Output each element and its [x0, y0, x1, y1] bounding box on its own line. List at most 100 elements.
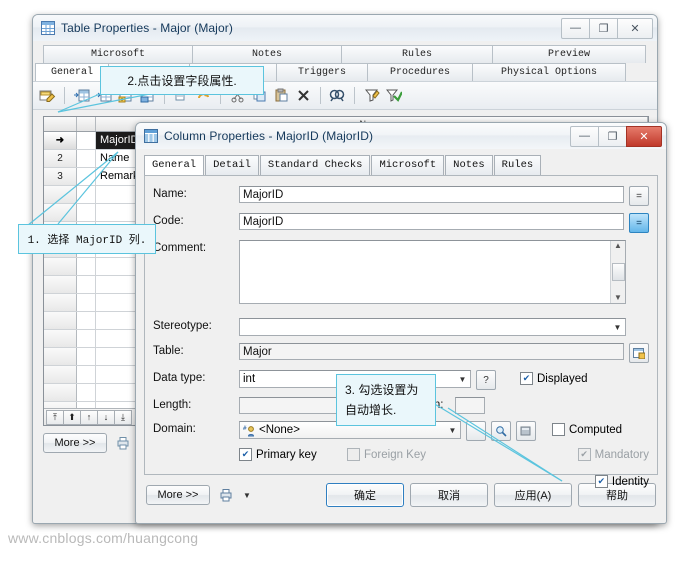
print-icon[interactable]	[113, 434, 132, 453]
minimize-button[interactable]: —	[561, 17, 590, 39]
name-label: Name:	[153, 188, 187, 200]
paste-icon[interactable]	[272, 86, 291, 105]
tab-physical-options[interactable]: Physical Options	[472, 63, 626, 81]
table-field-row: Table: Major	[153, 343, 649, 363]
name-equals-button[interactable]: =	[629, 186, 649, 206]
precision-input[interactable]	[455, 397, 485, 414]
row-index	[44, 276, 77, 293]
domain-find-button[interactable]	[491, 421, 511, 441]
move-bottom-button[interactable]: ⤓	[114, 409, 132, 425]
close-button[interactable]: ✕	[626, 125, 662, 147]
code-equals-button[interactable]: =	[629, 213, 649, 233]
identity-checkbox[interactable]: ✔ Identity	[594, 475, 649, 488]
row-marker	[77, 312, 96, 329]
column-properties-dialog[interactable]: Column Properties - MajorID (MajorID) — …	[135, 122, 667, 524]
primary-key-checkbox[interactable]: ✔ Primary key	[239, 448, 347, 461]
table-tabs-top[interactable]: Microsoft Notes Rules Preview	[33, 45, 657, 63]
delete-icon[interactable]	[294, 86, 313, 105]
identity-label: Identity	[611, 475, 649, 488]
more-button[interactable]: More >>	[43, 433, 107, 453]
watermark: www.cnblogs.com/huangcong	[8, 530, 199, 546]
chevron-down-icon[interactable]: ▼	[610, 319, 625, 335]
annotation-step-3-line2: 自动增长.	[345, 403, 397, 417]
tab-microsoft[interactable]: Microsoft	[43, 45, 193, 63]
row-index: ➜	[44, 132, 77, 149]
domain-label: Domain:	[153, 423, 196, 435]
insert-row-icon[interactable]	[72, 86, 91, 105]
tab-preview[interactable]: Preview	[492, 45, 646, 63]
table-window-titlebar[interactable]: Table Properties - Major (Major) — ❐ ✕	[33, 15, 657, 41]
displayed-checkbox[interactable]: ✔ Displayed	[520, 370, 588, 385]
column-icon	[144, 129, 158, 143]
chevron-down-icon[interactable]: ▼	[455, 371, 470, 387]
tab-microsoft[interactable]: Microsoft	[371, 155, 445, 175]
domain-properties-button[interactable]	[516, 421, 536, 441]
table-browse-button[interactable]	[629, 343, 649, 363]
tab-notes[interactable]: Notes	[192, 45, 342, 63]
tab-notes[interactable]: Notes	[445, 155, 493, 175]
checkbox-box[interactable]	[552, 423, 565, 436]
stereotype-field-row: Stereotype: ▼	[153, 318, 649, 336]
datatype-help-button[interactable]: ?	[476, 370, 496, 390]
move-up-button[interactable]: ↑	[80, 409, 98, 425]
scroll-down-icon[interactable]: ▼	[614, 293, 622, 303]
mandatory-checkbox: ✔ Mandatory	[577, 448, 649, 461]
svg-text:#: #	[243, 425, 247, 432]
close-button[interactable]: ✕	[617, 17, 653, 39]
displayed-label: Displayed	[537, 372, 588, 385]
annotation-step-3: 3. 勾选设置为 自动增长.	[336, 374, 436, 426]
stereotype-combo[interactable]: ▼	[239, 318, 626, 336]
row-marker	[77, 366, 96, 383]
more-button[interactable]: More >>	[146, 485, 210, 505]
maximize-button[interactable]: ❐	[589, 17, 618, 39]
tab-rules[interactable]: Rules	[493, 155, 542, 175]
comment-textarea[interactable]: ▲ ▼	[239, 240, 626, 304]
row-index: 3	[44, 168, 77, 185]
tab-procedures[interactable]: Procedures	[367, 63, 473, 81]
move-top-button[interactable]: ⤒	[46, 409, 64, 425]
scroll-up-icon[interactable]: ▲	[614, 241, 622, 251]
table-window-title: Table Properties - Major (Major)	[61, 21, 233, 35]
tab-triggers[interactable]: Triggers	[276, 63, 368, 81]
checkbox-box[interactable]: ✔	[520, 372, 533, 385]
name-input[interactable]: MajorID	[239, 186, 624, 203]
code-field-row: Code: MajorID =	[153, 213, 649, 233]
row-index	[44, 186, 77, 203]
column-dialog-tabs[interactable]: General Detail Standard Checks Microsoft…	[136, 149, 666, 175]
minimize-button[interactable]: —	[570, 125, 599, 147]
print-dropdown-icon[interactable]: ▼	[241, 491, 253, 500]
code-label: Code:	[153, 215, 184, 227]
filter-icon[interactable]	[362, 86, 381, 105]
scroll-thumb[interactable]	[611, 263, 625, 281]
row-marker	[77, 204, 96, 221]
print-icon[interactable]	[216, 486, 235, 505]
tab-standard-checks[interactable]: Standard Checks	[259, 155, 371, 175]
code-input[interactable]: MajorID	[239, 213, 624, 230]
tab-general[interactable]: General	[35, 63, 109, 81]
comment-field-row: Comment: ▲ ▼	[153, 240, 649, 304]
computed-checkbox[interactable]: Computed	[552, 421, 622, 436]
table-input[interactable]: Major	[239, 343, 624, 360]
table-label: Table:	[153, 345, 184, 357]
domain-new-button[interactable]	[466, 421, 486, 441]
checkbox-box[interactable]: ✔	[594, 475, 608, 488]
comment-scrollbar[interactable]: ▲ ▼	[610, 241, 625, 303]
column-dialog-controls[interactable]: — ❐ ✕	[570, 125, 662, 147]
row-marker	[77, 150, 96, 167]
filter-apply-icon[interactable]	[384, 86, 403, 105]
properties-icon[interactable]	[38, 86, 57, 105]
row-index: 2	[44, 150, 77, 167]
tab-rules[interactable]: Rules	[341, 45, 493, 63]
find-icon[interactable]	[328, 86, 347, 105]
chevron-down-icon[interactable]: ▼	[445, 422, 460, 438]
column-dialog-titlebar[interactable]: Column Properties - MajorID (MajorID) — …	[136, 123, 666, 149]
move-down-button[interactable]: ↓	[97, 409, 115, 425]
checkbox-box[interactable]: ✔	[239, 448, 252, 461]
tab-detail[interactable]: Detail	[205, 155, 259, 175]
row-marker	[77, 294, 96, 311]
row-marker	[77, 132, 96, 149]
table-window-controls[interactable]: — ❐ ✕	[561, 17, 653, 39]
maximize-button[interactable]: ❐	[598, 125, 627, 147]
move-up-many-button[interactable]: ⬆	[63, 409, 81, 425]
tab-general[interactable]: General	[144, 155, 205, 175]
